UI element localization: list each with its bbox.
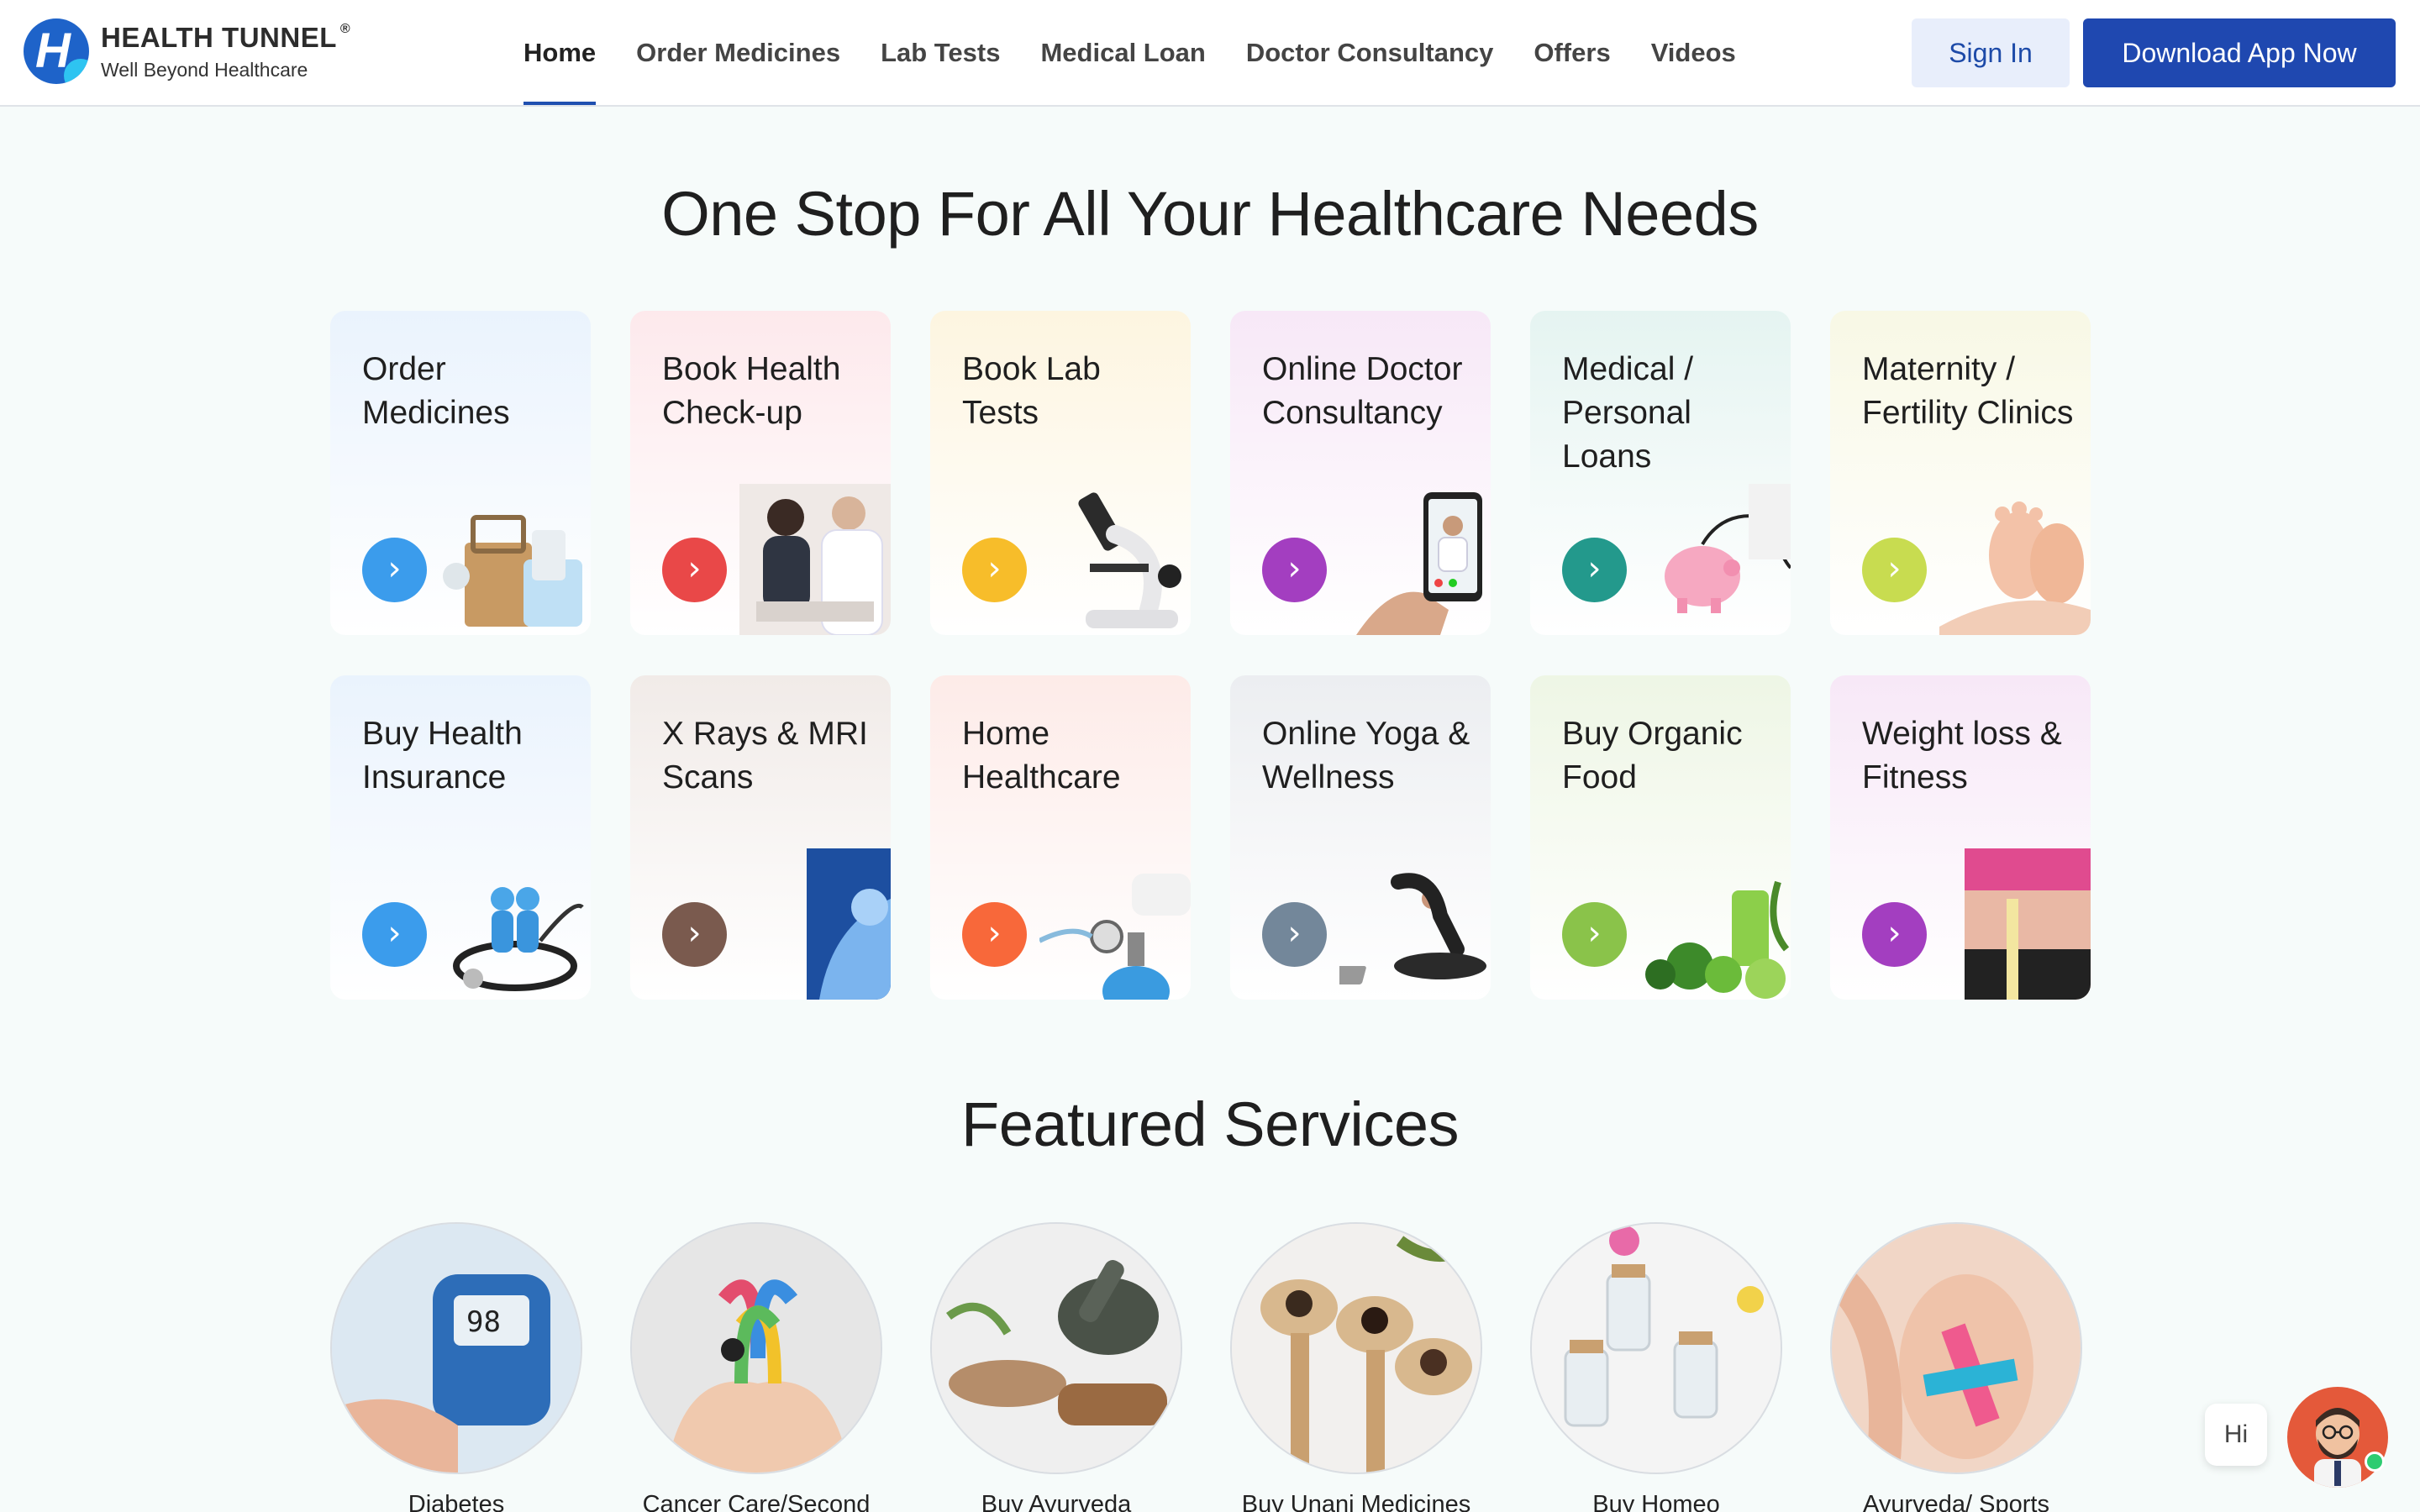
service-card-online-doctor[interactable]: Online Doctor Consultancy ›	[1230, 311, 1491, 635]
featured-item-label: Diabetes	[408, 1491, 505, 1512]
featured-item-label: Buy Ayurveda	[981, 1491, 1132, 1512]
knee-tape-icon	[1832, 1224, 2081, 1473]
chat-greeting-bubble[interactable]: Hi	[2205, 1404, 2267, 1466]
featured-item-label: Ayurveda/ Sports	[1863, 1491, 2049, 1512]
download-app-button[interactable]: Download App Now	[2083, 18, 2396, 87]
sign-in-button[interactable]: Sign In	[1912, 18, 2070, 87]
chevron-right-icon[interactable]: ›	[1562, 538, 1627, 602]
featured-image	[1230, 1222, 1482, 1474]
support-avatar-illustration	[2314, 1408, 2361, 1488]
svg-text:98: 98	[466, 1305, 501, 1339]
piggy-bank-icon	[1665, 484, 1791, 613]
chevron-right-icon[interactable]: ›	[1862, 902, 1927, 967]
baby-feet-icon	[1939, 501, 2091, 635]
glucometer-icon: 98	[332, 1224, 581, 1473]
chevron-right-icon[interactable]: ›	[662, 902, 727, 967]
service-card-label: Book Lab Tests	[962, 351, 1101, 431]
chevron-right-icon[interactable]: ›	[362, 538, 427, 602]
service-card-label: Medical / Personal Loans	[1562, 351, 1694, 475]
featured-item-cancer-care[interactable]: Cancer Care/Second	[630, 1222, 882, 1512]
microscope-icon	[1078, 492, 1181, 628]
featured-item-label: Buy Unani Medicines	[1241, 1491, 1471, 1512]
service-card-label: Home Healthcare	[962, 716, 1121, 795]
online-status-dot	[2365, 1452, 2385, 1472]
featured-image	[930, 1222, 1182, 1474]
service-card-label: Maternity / Fertility Clinics	[1862, 351, 2074, 431]
chevron-right-icon[interactable]: ›	[962, 538, 1027, 602]
service-card-weight-loss[interactable]: Weight loss & Fitness ›	[1830, 675, 2091, 1000]
nav-offers[interactable]: Offers	[1534, 0, 1610, 105]
service-card-lab-tests[interactable]: Book Lab Tests ›	[930, 311, 1191, 635]
service-card-label: Online Yoga & Wellness	[1262, 716, 1470, 795]
oxygen-cylinder-icon	[1039, 874, 1191, 1000]
brand-logo[interactable]: H HEALTH TUNNEL ® Well Beyond Healthcare	[24, 18, 350, 84]
service-card-label: Buy Health Insurance	[362, 716, 523, 795]
chevron-right-icon[interactable]: ›	[362, 902, 427, 967]
xray-shoulder-icon	[807, 848, 891, 1000]
service-card-home-healthcare[interactable]: Home Healthcare ›	[930, 675, 1191, 1000]
service-card-label: Online Doctor Consultancy	[1262, 351, 1463, 431]
site-header: H HEALTH TUNNEL ® Well Beyond Healthcare …	[0, 0, 2420, 107]
featured-image	[1530, 1222, 1782, 1474]
chevron-right-icon[interactable]: ›	[1862, 538, 1927, 602]
featured-item-label: Buy Homeo	[1592, 1491, 1720, 1512]
featured-title: Featured Services	[961, 1089, 1460, 1159]
nav-medical-loan[interactable]: Medical Loan	[1040, 0, 1205, 105]
hero-title: One Stop For All Your Healthcare Needs	[661, 179, 1759, 249]
service-card-order-medicines[interactable]: Order Medicines ›	[330, 311, 591, 635]
nav-videos[interactable]: Videos	[1651, 0, 1736, 105]
family-stethoscope-icon	[453, 887, 584, 991]
phone-doctor-icon	[1356, 492, 1482, 635]
measuring-tape-icon	[1965, 848, 2091, 1000]
service-card-maternity[interactable]: Maternity / Fertility Clinics ›	[1830, 311, 2091, 635]
registered-mark: ®	[339, 21, 351, 36]
chevron-right-icon[interactable]: ›	[662, 538, 727, 602]
service-card-label: Book Health Check-up	[662, 351, 841, 431]
service-card-label: Order Medicines	[362, 351, 510, 431]
service-card-label: Weight loss & Fitness	[1862, 716, 2062, 795]
nav-order-medicines[interactable]: Order Medicines	[636, 0, 840, 105]
service-card-label: Buy Organic Food	[1562, 716, 1743, 795]
main-nav: Home Order Medicines Lab Tests Medical L…	[523, 0, 1776, 105]
brand-name: HEALTH TUNNEL ®	[101, 22, 350, 54]
featured-item-diabetes[interactable]: 98 Diabetes	[330, 1222, 582, 1512]
brand-tagline: Well Beyond Healthcare	[101, 58, 308, 81]
service-card-label: X Rays & MRI Scans	[662, 716, 868, 795]
service-card-xray[interactable]: X Rays & MRI Scans ›	[630, 675, 891, 1000]
yoga-icon	[1339, 873, 1486, 984]
nav-home[interactable]: Home	[523, 0, 597, 105]
chevron-right-icon[interactable]: ›	[1262, 902, 1327, 967]
chevron-right-icon[interactable]: ›	[1562, 902, 1627, 967]
logo-text: HEALTH TUNNEL ® Well Beyond Healthcare	[101, 22, 350, 81]
service-card-yoga[interactable]: Online Yoga & Wellness ›	[1230, 675, 1491, 1000]
vegetables-icon	[1645, 880, 1790, 999]
featured-image	[630, 1222, 882, 1474]
featured-image: 98	[330, 1222, 582, 1474]
featured-item-ayurveda[interactable]: Buy Ayurveda	[930, 1222, 1182, 1512]
pill-bottles-icon	[1532, 1224, 1781, 1473]
medicine-bag-icon	[443, 515, 582, 627]
chevron-right-icon[interactable]: ›	[1262, 538, 1327, 602]
service-card-insurance[interactable]: Buy Health Insurance ›	[330, 675, 591, 1000]
ribbons-icon	[632, 1224, 881, 1473]
support-avatar-icon[interactable]	[2287, 1387, 2388, 1488]
featured-item-homeo[interactable]: Buy Homeo	[1530, 1222, 1782, 1512]
service-card-organic-food[interactable]: Buy Organic Food ›	[1530, 675, 1791, 1000]
nav-doctor-consultancy[interactable]: Doctor Consultancy	[1246, 0, 1494, 105]
service-card-loans[interactable]: Medical / Personal Loans ›	[1530, 311, 1791, 635]
chevron-right-icon[interactable]: ›	[962, 902, 1027, 967]
featured-item-sports[interactable]: Ayurveda/ Sports	[1830, 1222, 2082, 1512]
brand-name-text: HEALTH TUNNEL	[101, 21, 337, 53]
featured-item-label: Cancer Care/Second	[642, 1491, 871, 1512]
nav-lab-tests[interactable]: Lab Tests	[881, 0, 1000, 105]
logo-icon: H	[24, 18, 89, 84]
spoons-herbs-icon	[1232, 1224, 1481, 1473]
logo-letter: H	[35, 24, 71, 78]
mortar-pestle-icon	[932, 1224, 1181, 1473]
doctor-patient-icon	[739, 484, 891, 635]
featured-item-unani[interactable]: Buy Unani Medicines	[1230, 1222, 1482, 1512]
service-card-health-checkup[interactable]: Book Health Check-up ›	[630, 311, 891, 635]
featured-image	[1830, 1222, 2082, 1474]
